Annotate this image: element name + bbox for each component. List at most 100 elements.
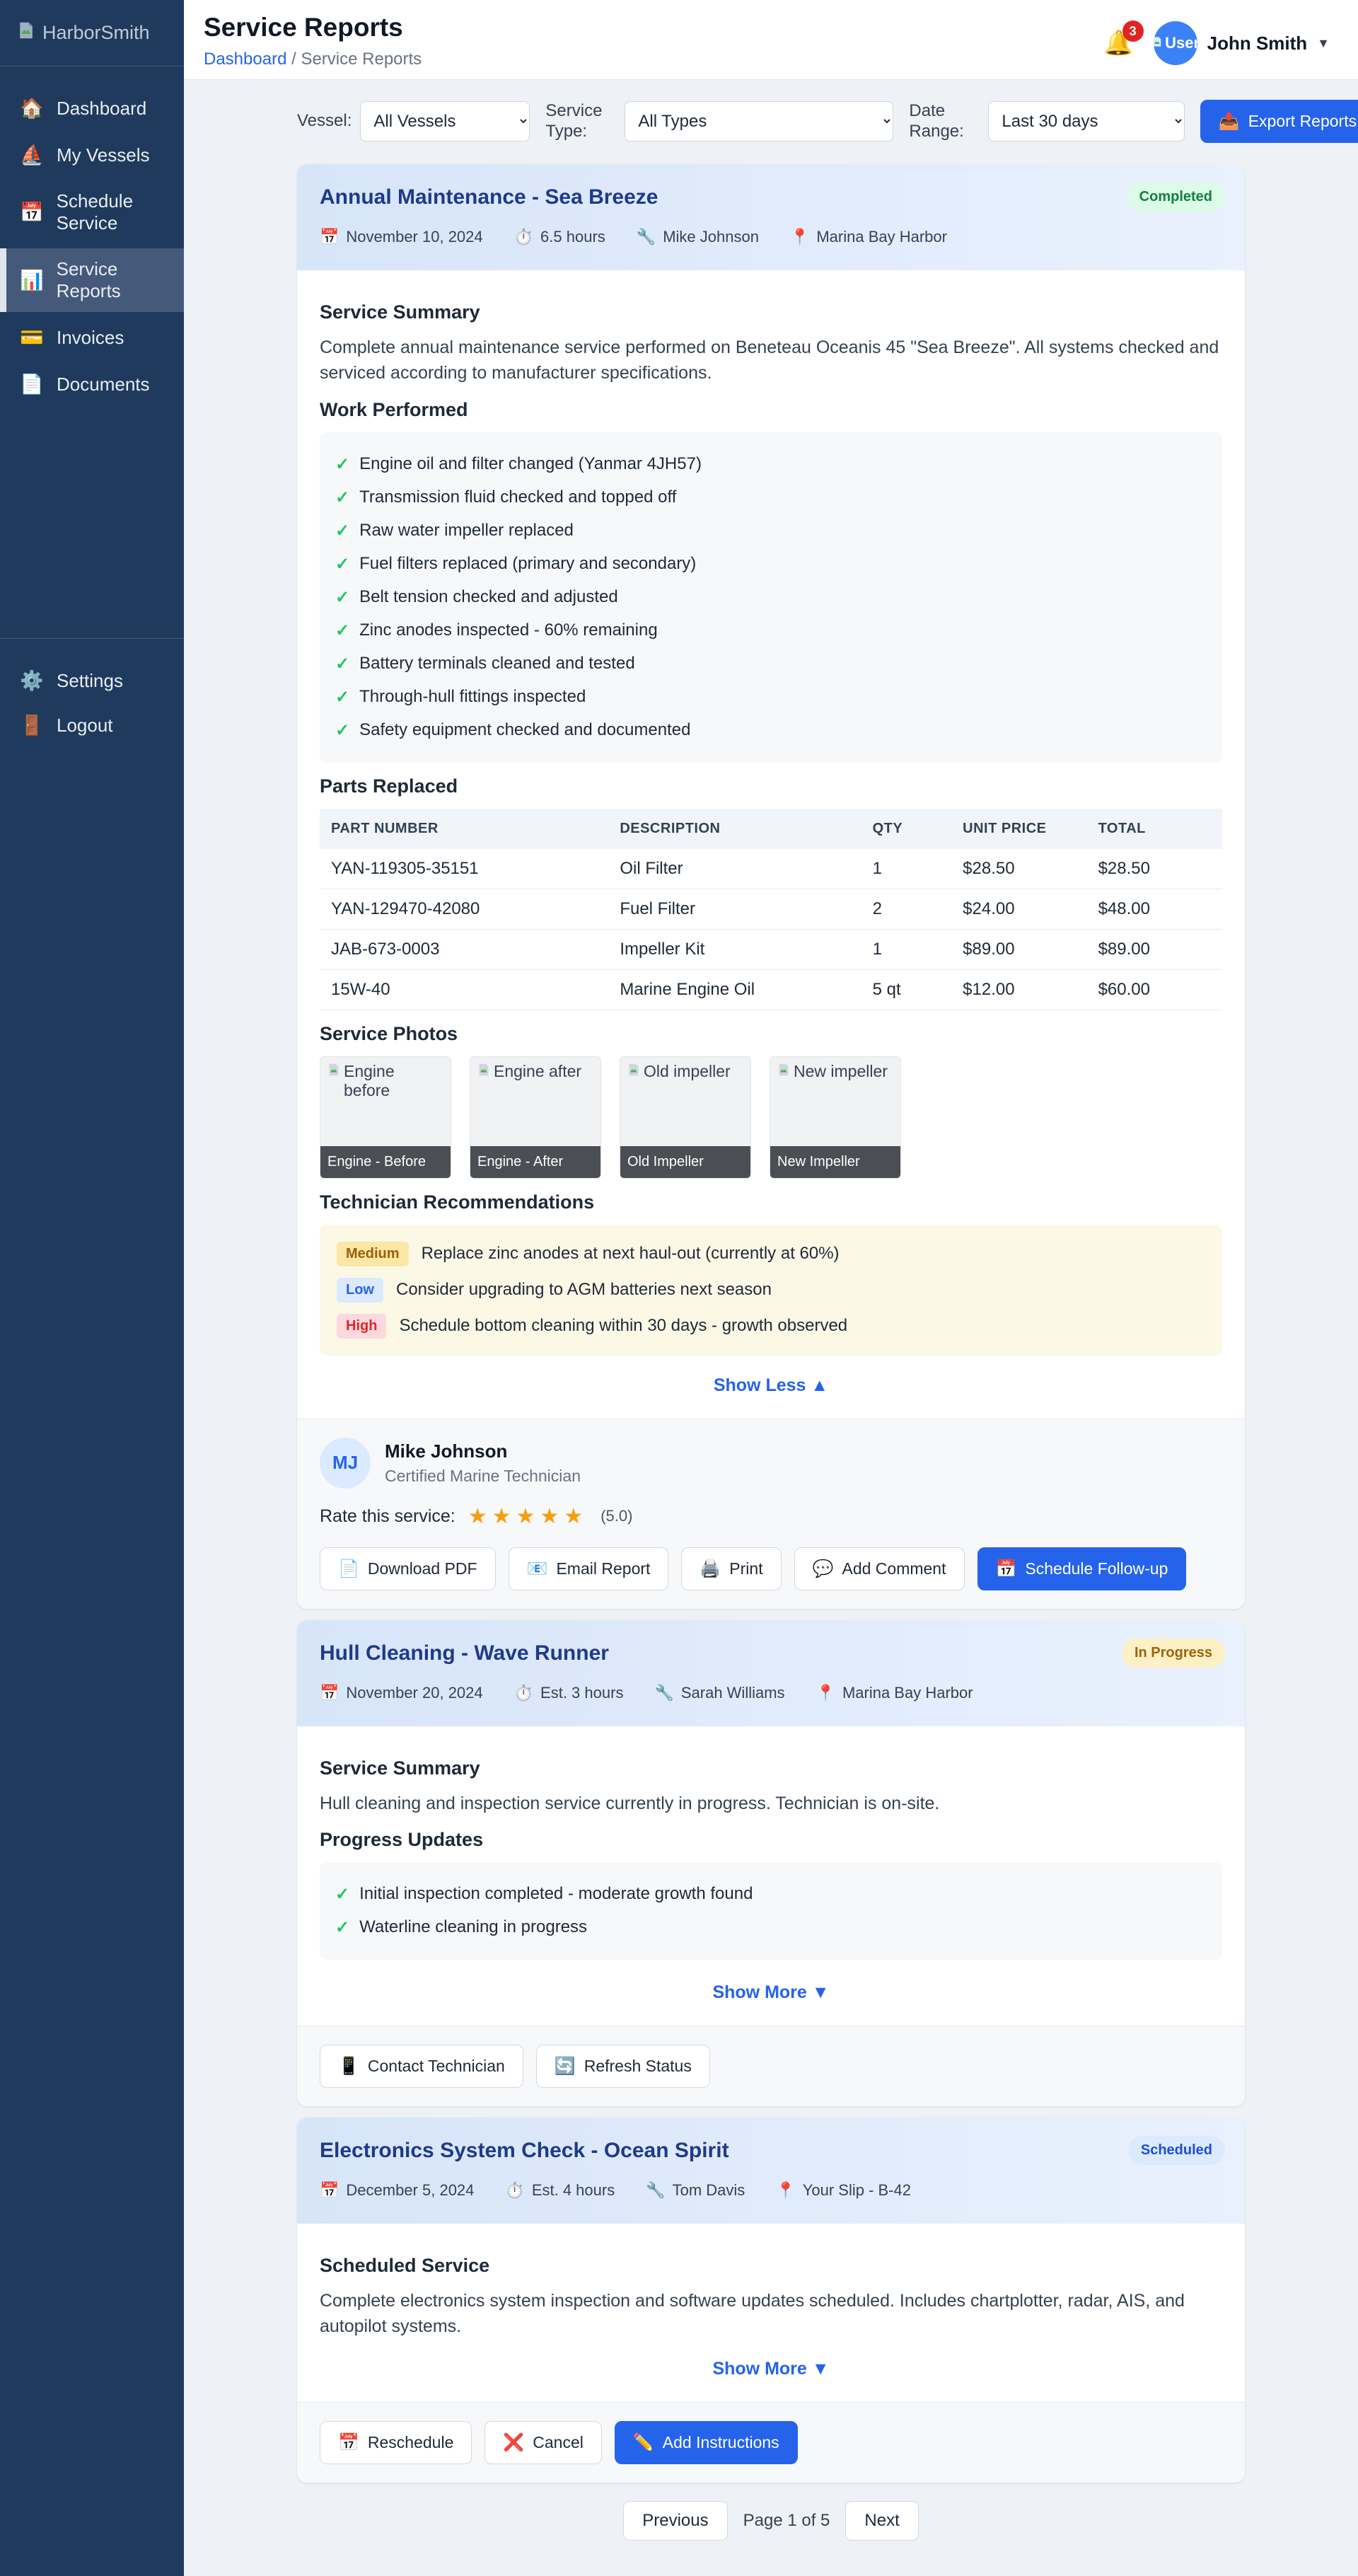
sidebar-item-documents[interactable]: 📄 Documents	[0, 363, 184, 405]
breadcrumb-dashboard-link[interactable]: Dashboard	[204, 50, 286, 69]
print-button[interactable]: 🖨️Print	[681, 1547, 781, 1590]
check-icon: ✓	[335, 587, 349, 608]
calendar-icon: 📅	[320, 1684, 339, 1702]
report-card-header: Electronics System Check - Ocean Spirit …	[297, 2118, 1245, 2224]
chevron-down-icon: ▼	[812, 1982, 830, 2002]
sidebar-item-my-vessels[interactable]: ⛵ My Vessels	[0, 134, 184, 176]
progress-item: ✓Waterline cleaning in progress	[335, 1911, 1207, 1944]
recommendations-heading: Technician Recommendations	[320, 1191, 1222, 1213]
recommendation: Low Consider upgrading to AGM batteries …	[337, 1278, 1205, 1303]
photo-old-impeller[interactable]: Old impeller Old Impeller	[620, 1056, 751, 1179]
refresh-status-button[interactable]: 🔄Refresh Status	[536, 2045, 710, 2088]
sidebar-item-settings[interactable]: ⚙️ Settings	[0, 659, 184, 702]
photo-new-impeller[interactable]: New impeller New Impeller	[770, 1056, 901, 1179]
email-report-button[interactable]: 📧Email Report	[509, 1547, 669, 1590]
sidebar-item-schedule-service[interactable]: 📅 Schedule Service	[0, 180, 184, 244]
contact-technician-button[interactable]: 📱Contact Technician	[320, 2045, 523, 2088]
reschedule-button[interactable]: 📅Reschedule	[320, 2421, 472, 2464]
cancel-button[interactable]: ❌Cancel	[484, 2421, 602, 2464]
export-reports-button[interactable]: 📤 Export Reports	[1200, 100, 1358, 143]
next-page-button[interactable]: Next	[845, 2501, 918, 2541]
sidebar-item-invoices[interactable]: 💳 Invoices	[0, 316, 184, 359]
report-title: Electronics System Check - Ocean Spirit	[320, 2139, 1222, 2163]
add-comment-button[interactable]: 💬Add Comment	[794, 1547, 965, 1590]
col-description: DESCRIPTION	[608, 809, 861, 849]
rating-label: Rate this service:	[320, 1506, 455, 1527]
service-type-filter: Service Type: All Types	[545, 101, 893, 142]
status-badge: In Progress	[1122, 1639, 1225, 1668]
breadcrumb: Dashboard / Service Reports	[204, 50, 422, 69]
date-range-filter-select[interactable]: Last 30 days	[988, 101, 1184, 141]
pin-icon: 📍	[790, 228, 809, 246]
check-icon: ✓	[335, 654, 349, 674]
wrench-icon: 🔧	[637, 228, 656, 246]
report-actions: 📄Download PDF 📧Email Report 🖨️Print 💬Add…	[320, 1547, 1222, 1590]
vessel-filter-label: Vessel:	[297, 111, 352, 132]
report-footer: MJ Mike Johnson Certified Marine Technic…	[297, 1419, 1245, 1609]
star-rating[interactable]: ★★★★★	[468, 1504, 588, 1529]
sidebar-item-logout[interactable]: 🚪 Logout	[0, 704, 184, 746]
sidebar-item-label: My Vessels	[57, 144, 150, 166]
previous-page-button[interactable]: Previous	[623, 2501, 727, 2541]
add-instructions-button[interactable]: ✏️Add Instructions	[615, 2421, 798, 2464]
service-type-filter-select[interactable]: All Types	[625, 101, 893, 141]
service-summary-text: Hull cleaning and inspection service cur…	[320, 1791, 1222, 1816]
pin-icon: 📍	[816, 1684, 835, 1702]
report-footer: 📱Contact Technician 🔄Refresh Status	[297, 2026, 1245, 2106]
check-icon: ✓	[335, 687, 349, 707]
recommendation: High Schedule bottom cleaning within 30 …	[337, 1314, 1205, 1339]
col-part-number: PART NUMBER	[320, 809, 608, 849]
rating-widget: Rate this service: ★★★★★ (5.0)	[320, 1504, 1222, 1529]
document-icon: 📄	[20, 373, 44, 395]
technician-avatar: MJ	[320, 1438, 371, 1489]
work-item: ✓Raw water impeller replaced	[335, 514, 1207, 548]
show-more-link[interactable]: Show More ▼	[712, 2359, 829, 2379]
schedule-follow-up-button[interactable]: 📅Schedule Follow-up	[977, 1547, 1187, 1590]
notifications-button[interactable]: 🔔 3	[1103, 29, 1133, 57]
table-row: YAN-119305-35151Oil Filter1$28.50$28.50	[320, 849, 1222, 889]
pencil-icon: ✏️	[633, 2432, 654, 2453]
photo-caption: Engine - After	[470, 1146, 600, 1178]
vessel-filter-select[interactable]: All Vessels	[360, 101, 530, 141]
report-card-header: Hull Cleaning - Wave Runner In Progress …	[297, 1620, 1245, 1726]
page-title: Service Reports	[204, 13, 422, 42]
service-summary-heading: Service Summary	[320, 1757, 1222, 1779]
gear-icon: ⚙️	[20, 669, 44, 692]
report-technician: Mike Johnson	[663, 228, 759, 246]
wrench-icon: 🔧	[654, 1684, 673, 1702]
report-location: Marina Bay Harbor	[816, 228, 947, 246]
report-meta: 📅November 10, 2024 ⏱️6.5 hours 🔧Mike Joh…	[320, 228, 1222, 246]
photo-engine-before[interactable]: Engine before Engine - Before	[320, 1056, 451, 1179]
report-duration: 6.5 hours	[540, 228, 605, 246]
col-unit-price: UNIT PRICE	[951, 809, 1086, 849]
sidebar-item-label: Documents	[57, 374, 150, 395]
download-pdf-button[interactable]: 📄Download PDF	[320, 1547, 496, 1590]
photo-alt-text: Old impeller	[644, 1062, 731, 1081]
work-item: ✓Zinc anodes inspected - 60% remaining	[335, 614, 1207, 647]
sidebar-item-label: Schedule Service	[57, 190, 164, 234]
user-menu[interactable]: User John Smith ▼	[1154, 21, 1330, 65]
report-body: Scheduled Service Complete electronics s…	[297, 2224, 1245, 2403]
report-duration: Est. 3 hours	[540, 1684, 623, 1702]
show-more-link[interactable]: Show More ▼	[712, 1982, 829, 2002]
app-logo: HarborSmith	[0, 0, 184, 67]
report-card-annual-maintenance: Annual Maintenance - Sea Breeze Complete…	[297, 164, 1245, 1609]
credit-card-icon: 💳	[20, 326, 44, 349]
work-item: ✓Battery terminals cleaned and tested	[335, 647, 1207, 681]
service-summary-heading: Service Summary	[320, 301, 1222, 323]
door-icon: 🚪	[20, 714, 44, 737]
sidebar-item-dashboard[interactable]: 🏠 Dashboard	[0, 87, 184, 129]
broken-image-icon	[476, 1062, 492, 1082]
report-location: Your Slip - B-42	[803, 2181, 911, 2200]
sidebar-item-service-reports[interactable]: 📊 Service Reports	[0, 248, 184, 312]
photo-caption: New Impeller	[770, 1146, 900, 1178]
work-item: ✓Transmission fluid checked and topped o…	[335, 481, 1207, 514]
photo-alt-text: New impeller	[794, 1062, 888, 1081]
progress-item: ✓Initial inspection completed - moderate…	[335, 1878, 1207, 1911]
show-less-link[interactable]: Show Less ▲	[714, 1375, 828, 1395]
phone-icon: 📱	[338, 2056, 359, 2077]
photo-engine-after[interactable]: Engine after Engine - After	[470, 1056, 601, 1179]
service-photos-heading: Service Photos	[320, 1023, 1222, 1045]
sidebar-nav: 🏠 Dashboard ⛵ My Vessels 📅 Schedule Serv…	[0, 67, 184, 408]
document-icon: 📄	[338, 1559, 359, 1579]
